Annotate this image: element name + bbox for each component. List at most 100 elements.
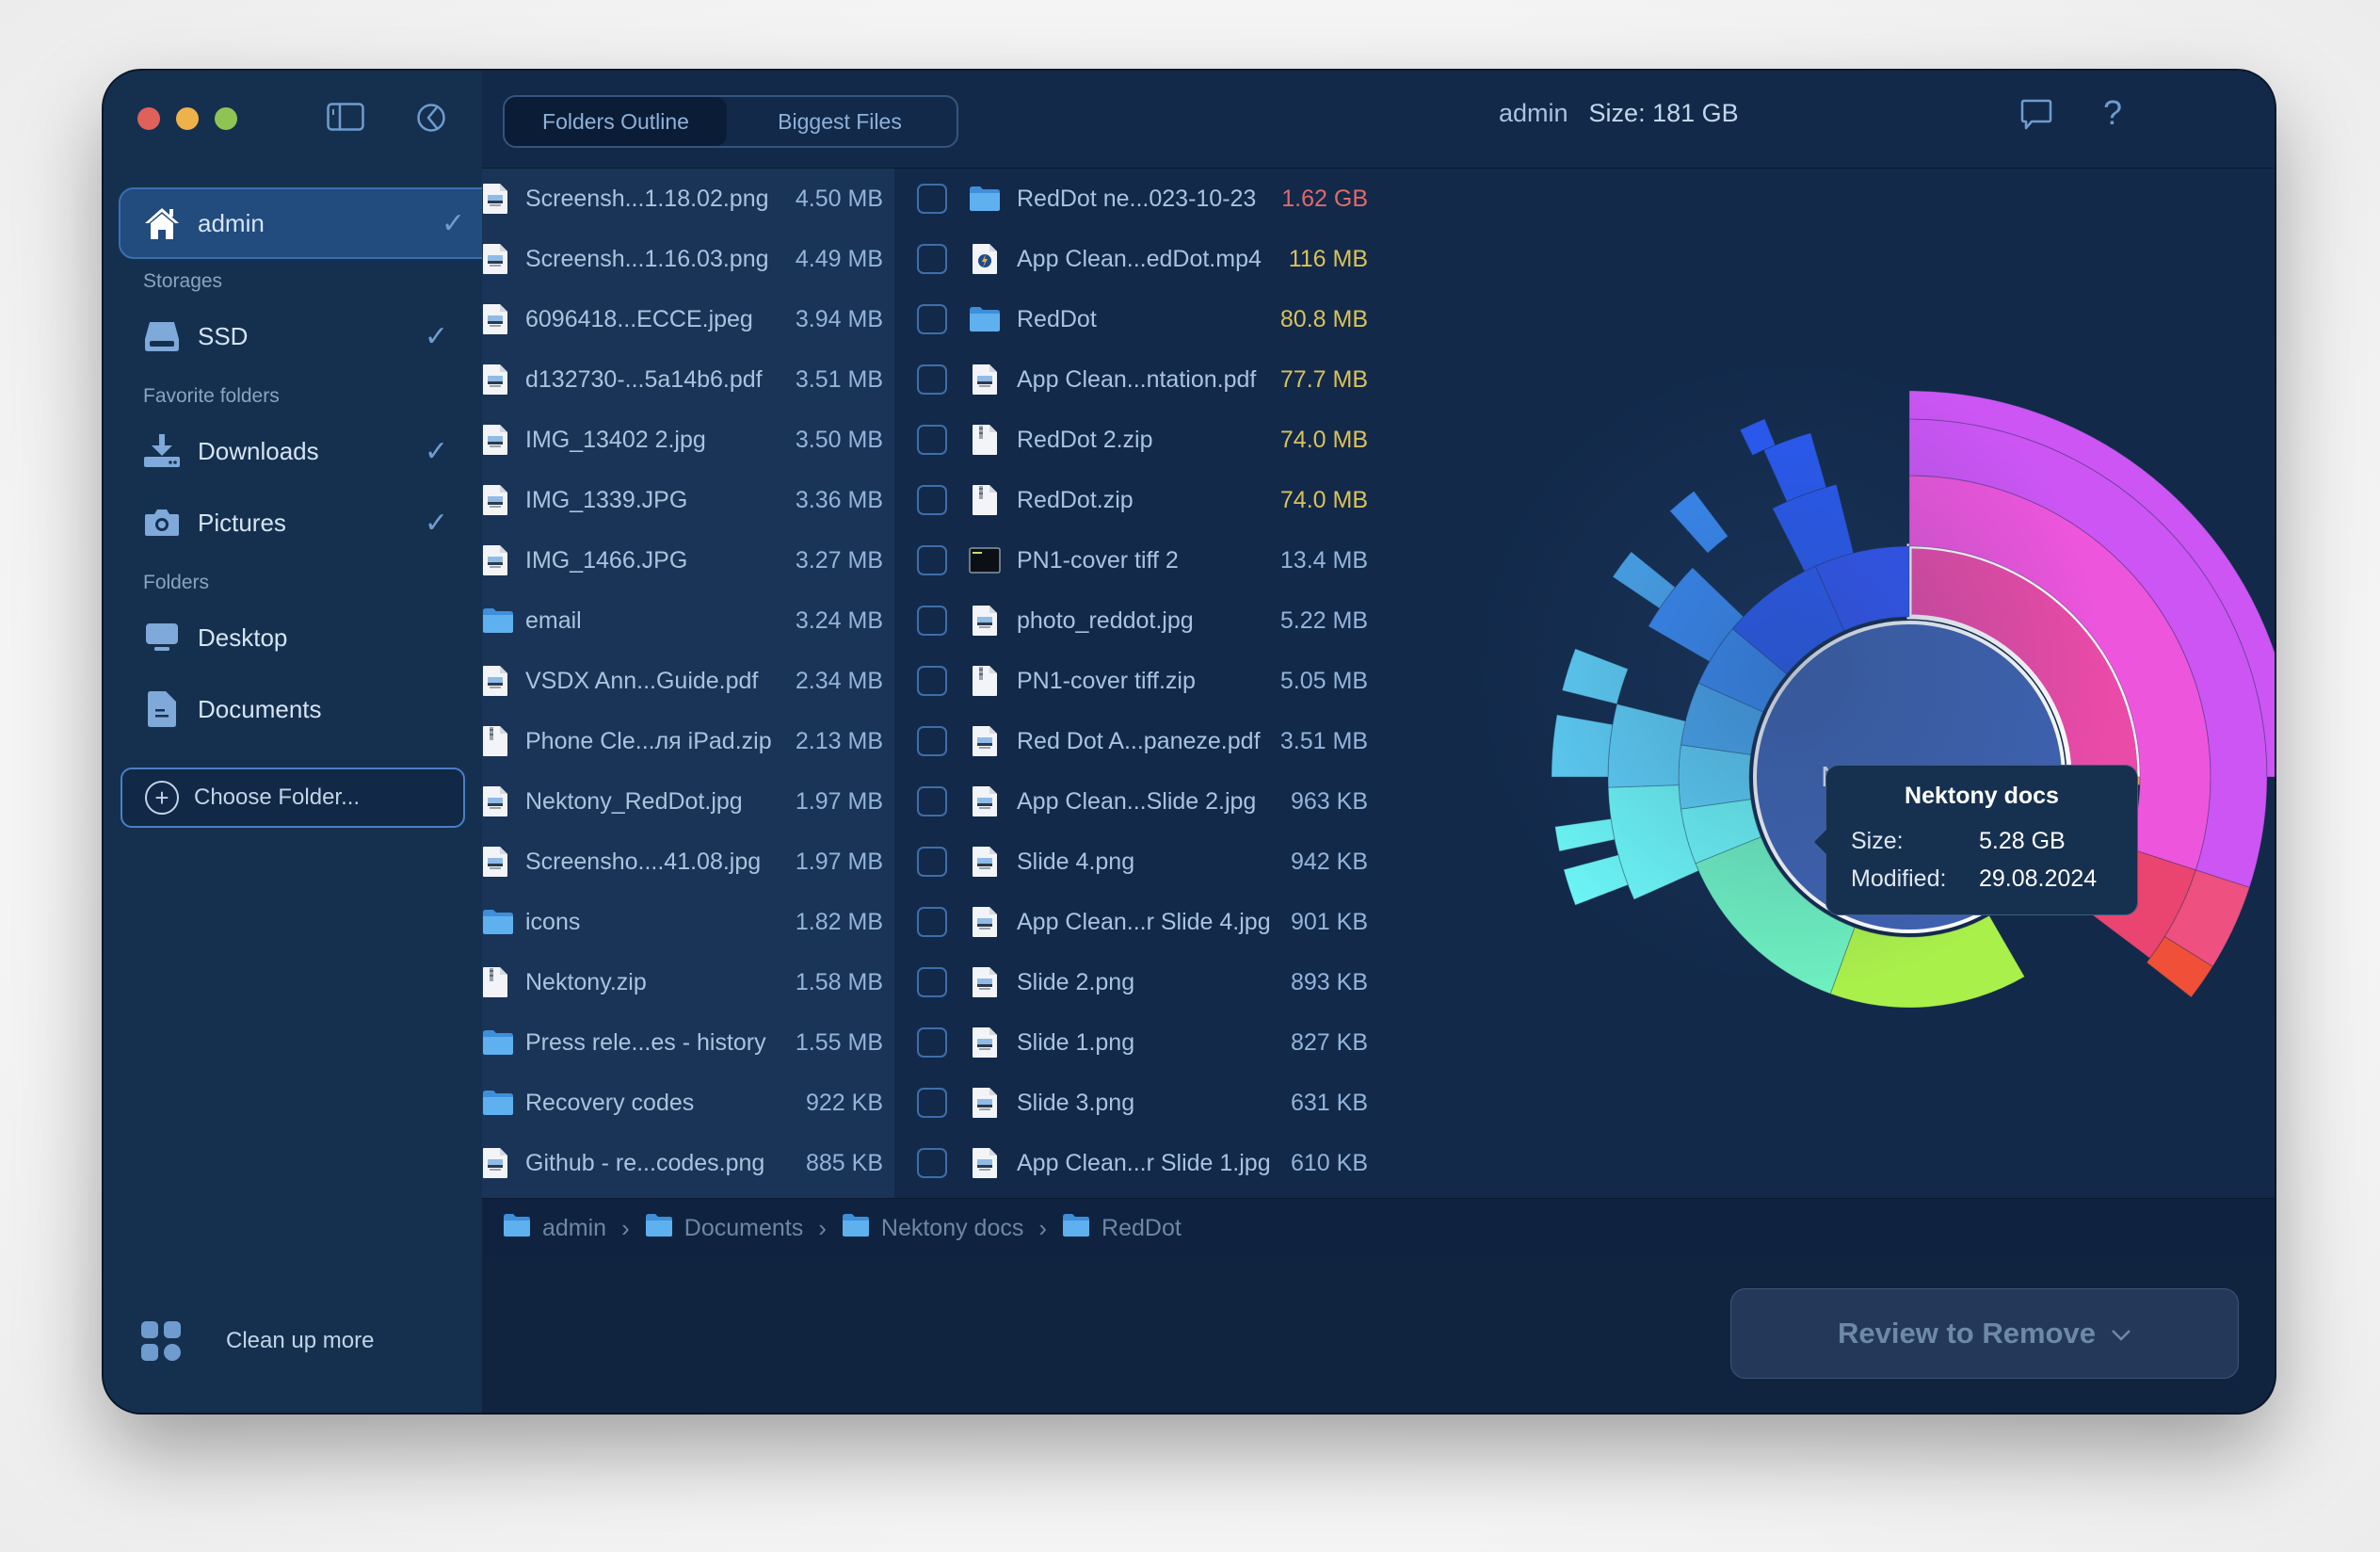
file-row[interactable]: RedDot 2.zip 74.0 MB — [894, 410, 1377, 470]
plus-circle-icon: + — [145, 781, 179, 815]
file-row[interactable]: App Clean...Slide 2.jpg 963 KB — [894, 771, 1377, 832]
file-row[interactable]: App Clean...r Slide 4.jpg 901 KB — [894, 892, 1377, 952]
breadcrumb-item[interactable]: admin — [503, 1213, 606, 1244]
file-row[interactable]: IMG_1339.JPG 3.36 MB — [482, 470, 894, 530]
image-file-icon — [482, 424, 510, 456]
choose-folder-button[interactable]: + Choose Folder... — [121, 768, 465, 828]
file-row[interactable]: IMG_13402 2.jpg 3.50 MB — [482, 410, 894, 470]
breadcrumb-item[interactable]: RedDot — [1062, 1213, 1182, 1244]
sidebar-item-label: Downloads — [198, 436, 319, 465]
tab-biggest-files[interactable]: Biggest Files — [727, 97, 953, 146]
select-checkbox[interactable] — [917, 1027, 947, 1058]
file-row[interactable]: Red Dot A...paneze.pdf 3.51 MB — [894, 711, 1377, 771]
select-checkbox[interactable] — [917, 304, 947, 334]
image-file-icon — [482, 544, 510, 576]
file-row[interactable]: icons 1.82 MB — [482, 892, 894, 952]
pie-chart-icon[interactable] — [416, 103, 446, 137]
file-row[interactable]: Screensho....41.08.jpg 1.97 MB — [482, 832, 894, 892]
image-file-icon — [482, 303, 510, 335]
file-row[interactable]: Press rele...es - history 1.55 MB — [482, 1012, 894, 1073]
tab-folders-outline[interactable]: Folders Outline — [505, 97, 727, 146]
sunburst-segment[interactable] — [1554, 817, 1616, 852]
help-icon[interactable]: ? — [2103, 93, 2122, 133]
select-checkbox[interactable] — [917, 485, 947, 515]
sidebar-toggle-icon[interactable] — [327, 103, 364, 136]
select-checkbox[interactable] — [917, 967, 947, 997]
file-row[interactable]: email 3.24 MB — [482, 590, 894, 651]
file-row[interactable]: Nektony_RedDot.jpg 1.97 MB — [482, 771, 894, 832]
file-row[interactable]: Screensh...1.16.03.png 4.49 MB — [482, 229, 894, 289]
file-name: Slide 4.png — [1017, 848, 1135, 875]
file-row[interactable]: PN1-cover tiff.zip 5.05 MB — [894, 651, 1377, 711]
select-checkbox[interactable] — [917, 184, 947, 214]
sunburst-segment[interactable] — [1561, 648, 1629, 705]
select-checkbox[interactable] — [917, 1088, 947, 1118]
file-row[interactable]: Slide 4.png 942 KB — [894, 832, 1377, 892]
sidebar-item-downloads[interactable]: Downloads ✓ — [121, 417, 465, 485]
file-row[interactable]: photo_reddot.jpg 5.22 MB — [894, 590, 1377, 651]
select-checkbox[interactable] — [917, 1148, 947, 1178]
folder-icon — [968, 306, 1002, 332]
file-name: Screensh...1.18.02.png — [525, 185, 769, 212]
image-file-icon — [968, 846, 1002, 878]
select-checkbox[interactable] — [917, 726, 947, 756]
file-row[interactable]: RedDot ne...023-10-23 1.62 GB — [894, 169, 1377, 229]
select-checkbox[interactable] — [917, 244, 947, 274]
select-checkbox[interactable] — [917, 786, 947, 816]
file-name: Recovery codes — [525, 1089, 695, 1116]
file-row[interactable]: Nektony.zip 1.58 MB — [482, 952, 894, 1012]
tooltip-arrow — [1814, 830, 1826, 854]
file-row[interactable]: App Clean...r Slide 1.jpg 610 KB — [894, 1133, 1377, 1193]
sunburst-segment[interactable] — [1678, 744, 1752, 810]
clean-up-more-button[interactable]: Clean up more — [141, 1321, 374, 1361]
file-row[interactable]: IMG_1466.JPG 3.27 MB — [482, 530, 894, 590]
sidebar-item-admin[interactable]: admin ✓ — [119, 187, 484, 259]
file-row[interactable]: Github - re...codes.png 885 KB — [482, 1133, 894, 1193]
file-size: 942 KB — [1290, 848, 1368, 875]
select-checkbox[interactable] — [917, 666, 947, 696]
file-row[interactable]: RedDot.zip 74.0 MB — [894, 470, 1377, 530]
file-row[interactable]: VSDX Ann...Guide.pdf 2.34 MB — [482, 651, 894, 711]
file-row[interactable]: App Clean...ntation.pdf 77.7 MB — [894, 349, 1377, 410]
file-size: 827 KB — [1290, 1028, 1368, 1056]
sidebar-item-ssd[interactable]: SSD ✓ — [121, 302, 465, 370]
sidebar-item-documents[interactable]: Documents — [121, 675, 465, 743]
file-row[interactable]: 6096418...ECCE.jpeg 3.94 MB — [482, 289, 894, 349]
breadcrumb-item[interactable]: Nektony docs — [842, 1213, 1023, 1244]
sunburst-segment[interactable] — [1612, 551, 1677, 609]
desktop-icon — [143, 619, 181, 656]
close-window-button[interactable] — [137, 107, 160, 130]
sunburst-segment[interactable] — [1669, 490, 1729, 554]
sunburst-segment[interactable] — [1551, 714, 1614, 778]
file-row[interactable]: Slide 1.png 827 KB — [894, 1012, 1377, 1073]
file-row[interactable]: App Clean...edDot.mp4 116 MB — [894, 229, 1377, 289]
file-row[interactable]: Screensh...1.18.02.png 4.50 MB — [482, 169, 894, 229]
file-row[interactable]: Slide 2.png 893 KB — [894, 952, 1377, 1012]
section-favorite-folders: Favorite folders — [143, 385, 280, 407]
sunburst-segment[interactable] — [1563, 854, 1629, 906]
sunburst-segment[interactable] — [1607, 703, 1686, 788]
file-row[interactable]: Phone Cle...ля iPad.zip 2.13 MB — [482, 711, 894, 771]
sunburst-chart[interactable]: Nektony docs — [1377, 169, 2275, 1198]
sidebar-item-pictures[interactable]: Pictures ✓ — [121, 489, 465, 557]
select-checkbox[interactable] — [917, 425, 947, 455]
video-file-icon — [968, 243, 1002, 275]
select-checkbox[interactable] — [917, 907, 947, 937]
minimize-window-button[interactable] — [176, 107, 199, 130]
select-checkbox[interactable] — [917, 364, 947, 395]
file-row[interactable]: PN1-cover tiff 2 13.4 MB — [894, 530, 1377, 590]
select-checkbox[interactable] — [917, 606, 947, 636]
breadcrumb-separator: › — [1038, 1213, 1048, 1242]
sidebar-item-desktop[interactable]: Desktop — [121, 604, 465, 671]
review-to-remove-button[interactable]: Review to Remove — [1730, 1288, 2239, 1379]
check-icon: ✓ — [441, 207, 465, 239]
file-row[interactable]: d132730-...5a14b6.pdf 3.51 MB — [482, 349, 894, 410]
select-checkbox[interactable] — [917, 545, 947, 575]
breadcrumb-item[interactable]: Documents — [645, 1213, 803, 1244]
file-row[interactable]: Recovery codes 922 KB — [482, 1073, 894, 1133]
file-row[interactable]: RedDot 80.8 MB — [894, 289, 1377, 349]
feedback-icon[interactable] — [2020, 99, 2052, 136]
zoom-window-button[interactable] — [215, 107, 237, 130]
file-row[interactable]: Slide 3.png 631 KB — [894, 1073, 1377, 1133]
select-checkbox[interactable] — [917, 847, 947, 877]
